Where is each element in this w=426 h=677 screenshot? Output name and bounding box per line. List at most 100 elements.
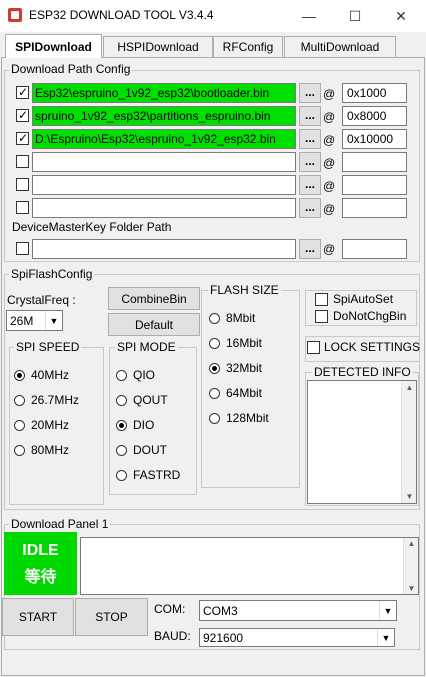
baud-rate-select[interactable]: 921600 ▼ — [199, 628, 395, 647]
tab-multidownload[interactable]: MultiDownload — [284, 36, 396, 57]
master-key-address-field[interactable] — [342, 239, 407, 259]
chevron-down-icon: ▼ — [379, 601, 396, 620]
flash-size-option-label: 64Mbit — [226, 386, 263, 400]
flash-size-option-label: 8Mbit — [226, 311, 256, 325]
path-row-field[interactable] — [32, 152, 296, 172]
path-row-checkbox[interactable] — [16, 108, 29, 122]
crystal-freq-value: 26M — [10, 314, 34, 328]
at-label: @ — [323, 87, 336, 101]
download-path-legend: Download Path Config — [9, 62, 133, 76]
path-row-field[interactable] — [32, 175, 296, 195]
browse-button[interactable]: ... — [299, 175, 321, 195]
browse-button[interactable]: ... — [299, 106, 321, 126]
flash-size-option-radio[interactable] — [209, 413, 220, 424]
tab-hspidownload[interactable]: HSPIDownload — [103, 36, 213, 57]
detected-info-scrollbar[interactable]: ▲ ▼ — [401, 381, 416, 503]
download-log-text[interactable] — [80, 537, 419, 595]
master-key-path-field[interactable] — [32, 239, 296, 259]
browse-button[interactable]: ... — [299, 83, 321, 103]
detected-info-legend: DETECTED INFO — [312, 365, 413, 379]
spi-auto-set-checkbox[interactable] — [315, 293, 328, 306]
scroll-up-icon[interactable]: ▲ — [402, 383, 417, 392]
master-key-checkbox[interactable] — [16, 242, 29, 255]
do-not-chg-bin-checkbox[interactable] — [315, 310, 328, 323]
path-row-checkbox[interactable] — [16, 131, 29, 145]
browse-button[interactable]: ... — [299, 129, 321, 149]
spi-mode-option-radio[interactable] — [116, 420, 127, 431]
browse-button[interactable]: ... — [299, 198, 321, 218]
spi-mode-option-label: QIO — [133, 368, 156, 382]
path-row-field[interactable]: spruino_1v92_esp32\partitions_espruino.b… — [32, 106, 296, 126]
flash-size-option-label: 16Mbit — [226, 336, 263, 350]
baud-rate-value: 921600 — [203, 631, 244, 645]
path-row-checkbox[interactable] — [16, 155, 29, 168]
spi-auto-set-label: SpiAutoSet — [333, 292, 394, 306]
flash-size-option-radio[interactable] — [209, 338, 220, 349]
address-field[interactable] — [342, 198, 407, 218]
crystal-freq-label: CrystalFreq : — [7, 293, 76, 307]
spi-mode-option-radio[interactable] — [116, 370, 127, 381]
spi-flash-legend: SpiFlashConfig — [9, 267, 95, 281]
at-label: @ — [323, 179, 336, 193]
path-row-checkbox[interactable] — [16, 201, 29, 214]
address-field[interactable]: 0x8000 — [342, 106, 407, 126]
com-port-select[interactable]: COM3 ▼ — [199, 600, 397, 621]
chevron-down-icon: ▼ — [377, 629, 394, 646]
path-row-field[interactable] — [32, 198, 296, 218]
crystal-freq-select[interactable]: 26M ▼ — [6, 310, 63, 331]
master-key-browse-button[interactable]: ... — [299, 239, 321, 259]
spi-mode-legend: SPI MODE — [115, 340, 178, 354]
master-key-label: DeviceMasterKey Folder Path — [12, 220, 172, 234]
scroll-down-icon[interactable]: ▼ — [404, 584, 419, 593]
spi-mode-option-label: DOUT — [133, 443, 167, 457]
path-row-checkbox[interactable] — [16, 85, 29, 99]
spi-speed-option-radio[interactable] — [14, 395, 25, 406]
spi-speed-legend: SPI SPEED — [14, 340, 82, 354]
flash-size-option-radio[interactable] — [209, 363, 220, 374]
flash-size-option-radio[interactable] — [209, 313, 220, 324]
download-panel-legend: Download Panel 1 — [9, 517, 111, 531]
stop-button[interactable]: STOP — [75, 598, 148, 636]
flash-size-option-label: 32Mbit — [226, 361, 263, 375]
com-port-value: COM3 — [203, 604, 238, 618]
spi-speed-option-label: 40MHz — [31, 368, 70, 382]
tab-rfconfig[interactable]: RFConfig — [213, 36, 283, 57]
spi-mode-option-label: QOUT — [133, 393, 168, 407]
scroll-down-icon[interactable]: ▼ — [402, 492, 417, 501]
do-not-chg-bin-label: DoNotChgBin — [333, 309, 407, 323]
address-field[interactable]: 0x1000 — [342, 83, 407, 103]
address-field[interactable] — [342, 152, 407, 172]
spi-speed-option-radio[interactable] — [14, 420, 25, 431]
spi-mode-option-radio[interactable] — [116, 395, 127, 406]
baud-label: BAUD: — [154, 629, 191, 643]
log-scrollbar[interactable]: ▲ ▼ — [403, 538, 418, 594]
path-row-field[interactable]: Esp32\espruino_1v92_esp32\bootloader.bin — [32, 83, 296, 103]
spi-mode-option-radio[interactable] — [116, 470, 127, 481]
spi-mode-option-label: FASTRD — [133, 468, 181, 482]
at-label: @ — [323, 156, 336, 170]
default-button[interactable]: Default — [108, 313, 200, 336]
address-field[interactable]: 0x10000 — [342, 129, 407, 149]
status-indicator: IDLE 等待 — [4, 532, 77, 595]
at-label: @ — [323, 110, 336, 124]
spi-speed-option-radio[interactable] — [14, 370, 25, 381]
spi-mode-option-radio[interactable] — [116, 445, 127, 456]
lock-settings-checkbox[interactable] — [307, 341, 320, 354]
spi-speed-option-radio[interactable] — [14, 445, 25, 456]
spi-mode-option-label: DIO — [133, 418, 155, 432]
master-key-at-label: @ — [323, 242, 336, 256]
flash-size-option-radio[interactable] — [209, 388, 220, 399]
spi-speed-option-label: 20MHz — [31, 418, 70, 432]
start-button[interactable]: START — [2, 598, 74, 636]
combine-bin-button[interactable]: CombineBin — [108, 287, 200, 310]
tab-spidownload[interactable]: SPIDownload — [5, 34, 102, 58]
close-button[interactable]: ✕ — [378, 0, 424, 32]
spi-speed-option-label: 80MHz — [31, 443, 70, 457]
path-row-field[interactable]: D:\Espruino\Esp32\espruino_1v92_esp32.bi… — [32, 129, 296, 149]
minimize-button[interactable]: — — [286, 0, 332, 32]
maximize-button[interactable]: ☐ — [332, 0, 378, 32]
scroll-up-icon[interactable]: ▲ — [404, 539, 419, 548]
browse-button[interactable]: ... — [299, 152, 321, 172]
path-row-checkbox[interactable] — [16, 178, 29, 191]
address-field[interactable] — [342, 175, 407, 195]
